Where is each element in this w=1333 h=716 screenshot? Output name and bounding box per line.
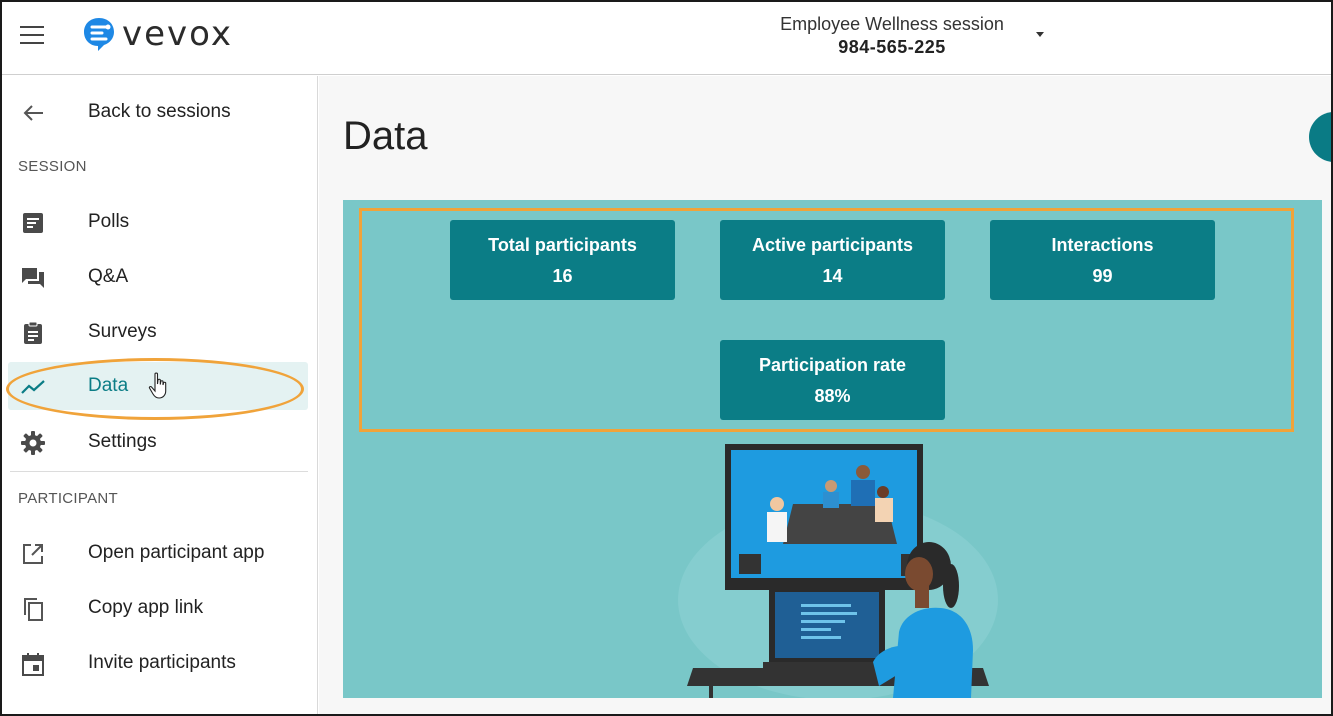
stat-card-interactions: Interactions 99: [990, 220, 1215, 300]
qa-icon: [20, 265, 46, 291]
copy-icon: [20, 596, 46, 622]
stat-label: Total participants: [488, 235, 637, 255]
sidebar-item-label: Q&A: [88, 266, 129, 287]
pointer-hand-icon: [148, 372, 167, 399]
stat-label: Interactions: [1051, 235, 1154, 255]
menu-icon[interactable]: [20, 26, 46, 46]
poll-icon: [20, 210, 46, 236]
sidebar-item-polls[interactable]: Polls: [8, 198, 308, 246]
sidebar-item-copy-app-link[interactable]: Copy app link: [8, 584, 308, 632]
stat-card-active-participants: Active participants 14: [720, 220, 945, 300]
stats-highlight-box: Total participants 16 Active participant…: [359, 208, 1294, 432]
help-button[interactable]: [1309, 112, 1331, 162]
vevox-logo-icon: [84, 18, 114, 51]
sidebar-item-label: Invite participants: [88, 652, 236, 673]
meeting-illustration: [678, 444, 998, 698]
sidebar-item-label: Open participant app: [88, 542, 265, 563]
caret-down-icon[interactable]: [1036, 32, 1044, 37]
stat-label: Active participants: [751, 235, 914, 255]
sidebar-item-surveys[interactable]: Surveys: [8, 308, 308, 356]
stat-card-total-participants: Total participants 16: [450, 220, 675, 300]
calendar-icon: [20, 651, 46, 677]
sidebar-item-invite-participants[interactable]: Invite participants: [8, 639, 308, 687]
top-bar: vevox Employee Wellness session 984-565-…: [2, 2, 1331, 75]
arrow-left-icon: [20, 100, 46, 126]
sidebar-item-label: Surveys: [88, 321, 157, 342]
sidebar-divider: [10, 471, 308, 472]
participant-section-label: PARTICIPANT: [18, 490, 118, 507]
session-name: Employee Wellness session: [780, 14, 1004, 34]
sidebar-item-open-participant-app[interactable]: Open participant app: [8, 529, 308, 577]
stat-value: 88%: [814, 386, 851, 406]
stat-label: Participation rate: [758, 355, 907, 375]
app-window: vevox Employee Wellness session 984-565-…: [0, 0, 1333, 716]
gear-icon: [20, 430, 46, 456]
page-title: Data: [343, 114, 428, 158]
stat-value: 16: [552, 266, 573, 286]
session-selector[interactable]: Employee Wellness session 984-565-225: [742, 14, 1042, 58]
back-to-sessions-label: Back to sessions: [88, 101, 231, 122]
data-panel: Total participants 16 Active participant…: [343, 200, 1322, 698]
stat-value: 14: [822, 266, 843, 286]
main-content: Data Total participants 16 Active partic…: [319, 76, 1331, 714]
sidebar: Back to sessions SESSION Polls Q&A Surve…: [2, 76, 318, 714]
survey-icon: [20, 320, 46, 346]
open-external-icon: [20, 541, 46, 567]
sidebar-item-label: Data: [88, 375, 129, 396]
stat-value: 99: [1092, 266, 1113, 286]
logo-text: vevox: [122, 14, 234, 54]
trend-icon: [20, 374, 46, 400]
session-section-label: SESSION: [18, 158, 87, 175]
vevox-logo[interactable]: vevox: [82, 16, 233, 52]
sidebar-item-label: Settings: [88, 431, 157, 452]
back-to-sessions-link[interactable]: Back to sessions: [8, 88, 308, 136]
sidebar-item-qa[interactable]: Q&A: [8, 253, 308, 301]
stat-card-participation-rate: Participation rate 88%: [720, 340, 945, 420]
sidebar-item-label: Copy app link: [88, 597, 204, 618]
sidebar-item-settings[interactable]: Settings: [8, 418, 308, 466]
sidebar-item-label: Polls: [88, 211, 130, 232]
session-code: 984-565-225: [838, 37, 946, 57]
